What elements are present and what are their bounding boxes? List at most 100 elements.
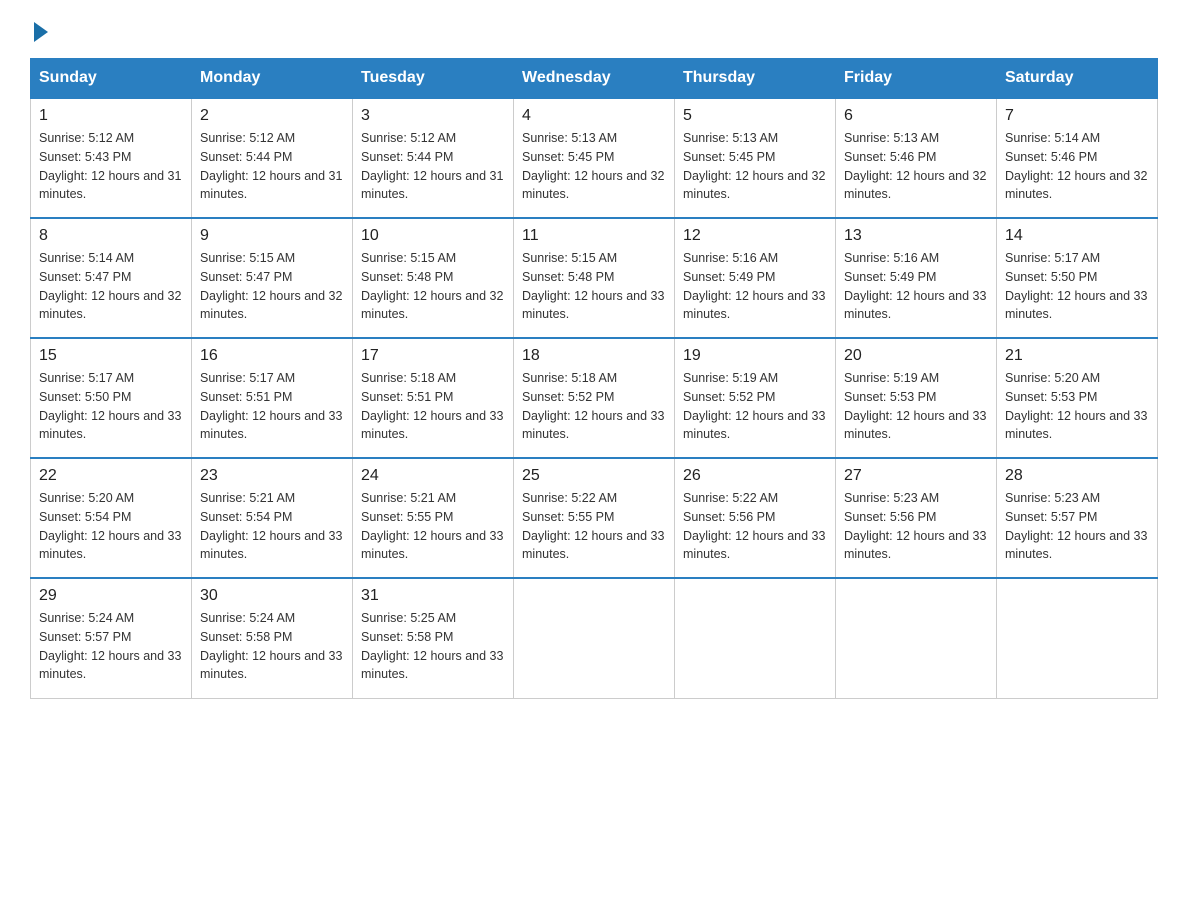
day-number: 4 [522, 107, 666, 125]
day-number: 16 [200, 347, 344, 365]
day-number: 18 [522, 347, 666, 365]
day-info: Sunrise: 5:14 AMSunset: 5:46 PMDaylight:… [1005, 129, 1149, 204]
calendar-cell: 21 Sunrise: 5:20 AMSunset: 5:53 PMDaylig… [997, 338, 1158, 458]
calendar-cell: 15 Sunrise: 5:17 AMSunset: 5:50 PMDaylig… [31, 338, 192, 458]
calendar-week-row-5: 29 Sunrise: 5:24 AMSunset: 5:57 PMDaylig… [31, 578, 1158, 698]
calendar-cell: 22 Sunrise: 5:20 AMSunset: 5:54 PMDaylig… [31, 458, 192, 578]
day-number: 9 [200, 227, 344, 245]
calendar-cell: 5 Sunrise: 5:13 AMSunset: 5:45 PMDayligh… [675, 98, 836, 218]
calendar-cell: 28 Sunrise: 5:23 AMSunset: 5:57 PMDaylig… [997, 458, 1158, 578]
day-number: 10 [361, 227, 505, 245]
calendar-cell: 24 Sunrise: 5:21 AMSunset: 5:55 PMDaylig… [353, 458, 514, 578]
day-number: 11 [522, 227, 666, 245]
calendar-cell: 6 Sunrise: 5:13 AMSunset: 5:46 PMDayligh… [836, 98, 997, 218]
calendar-cell [514, 578, 675, 698]
day-info: Sunrise: 5:13 AMSunset: 5:46 PMDaylight:… [844, 129, 988, 204]
day-info: Sunrise: 5:16 AMSunset: 5:49 PMDaylight:… [844, 249, 988, 324]
day-info: Sunrise: 5:23 AMSunset: 5:57 PMDaylight:… [1005, 489, 1149, 564]
calendar-header-saturday: Saturday [997, 59, 1158, 99]
calendar-cell: 3 Sunrise: 5:12 AMSunset: 5:44 PMDayligh… [353, 98, 514, 218]
logo-arrow-icon [34, 22, 48, 42]
calendar-header-row: SundayMondayTuesdayWednesdayThursdayFrid… [31, 59, 1158, 99]
calendar-cell: 13 Sunrise: 5:16 AMSunset: 5:49 PMDaylig… [836, 218, 997, 338]
day-info: Sunrise: 5:17 AMSunset: 5:51 PMDaylight:… [200, 369, 344, 444]
calendar-cell [675, 578, 836, 698]
day-number: 8 [39, 227, 183, 245]
calendar-cell: 8 Sunrise: 5:14 AMSunset: 5:47 PMDayligh… [31, 218, 192, 338]
day-info: Sunrise: 5:12 AMSunset: 5:44 PMDaylight:… [361, 129, 505, 204]
day-number: 27 [844, 467, 988, 485]
day-number: 26 [683, 467, 827, 485]
day-info: Sunrise: 5:15 AMSunset: 5:47 PMDaylight:… [200, 249, 344, 324]
day-info: Sunrise: 5:21 AMSunset: 5:55 PMDaylight:… [361, 489, 505, 564]
calendar-header-friday: Friday [836, 59, 997, 99]
calendar-cell: 27 Sunrise: 5:23 AMSunset: 5:56 PMDaylig… [836, 458, 997, 578]
page-header [30, 20, 1158, 38]
calendar-cell: 2 Sunrise: 5:12 AMSunset: 5:44 PMDayligh… [192, 98, 353, 218]
calendar-header-monday: Monday [192, 59, 353, 99]
calendar-cell: 25 Sunrise: 5:22 AMSunset: 5:55 PMDaylig… [514, 458, 675, 578]
calendar-cell: 11 Sunrise: 5:15 AMSunset: 5:48 PMDaylig… [514, 218, 675, 338]
day-info: Sunrise: 5:13 AMSunset: 5:45 PMDaylight:… [683, 129, 827, 204]
day-info: Sunrise: 5:17 AMSunset: 5:50 PMDaylight:… [39, 369, 183, 444]
day-info: Sunrise: 5:25 AMSunset: 5:58 PMDaylight:… [361, 609, 505, 684]
day-info: Sunrise: 5:13 AMSunset: 5:45 PMDaylight:… [522, 129, 666, 204]
day-info: Sunrise: 5:12 AMSunset: 5:44 PMDaylight:… [200, 129, 344, 204]
day-number: 19 [683, 347, 827, 365]
calendar-cell: 4 Sunrise: 5:13 AMSunset: 5:45 PMDayligh… [514, 98, 675, 218]
calendar-cell: 31 Sunrise: 5:25 AMSunset: 5:58 PMDaylig… [353, 578, 514, 698]
calendar-cell [836, 578, 997, 698]
day-number: 21 [1005, 347, 1149, 365]
day-info: Sunrise: 5:20 AMSunset: 5:53 PMDaylight:… [1005, 369, 1149, 444]
day-info: Sunrise: 5:22 AMSunset: 5:55 PMDaylight:… [522, 489, 666, 564]
calendar-cell: 29 Sunrise: 5:24 AMSunset: 5:57 PMDaylig… [31, 578, 192, 698]
day-info: Sunrise: 5:18 AMSunset: 5:52 PMDaylight:… [522, 369, 666, 444]
calendar-cell: 18 Sunrise: 5:18 AMSunset: 5:52 PMDaylig… [514, 338, 675, 458]
day-info: Sunrise: 5:22 AMSunset: 5:56 PMDaylight:… [683, 489, 827, 564]
calendar-header-thursday: Thursday [675, 59, 836, 99]
day-number: 5 [683, 107, 827, 125]
calendar-cell: 1 Sunrise: 5:12 AMSunset: 5:43 PMDayligh… [31, 98, 192, 218]
calendar-cell: 10 Sunrise: 5:15 AMSunset: 5:48 PMDaylig… [353, 218, 514, 338]
day-number: 12 [683, 227, 827, 245]
day-info: Sunrise: 5:12 AMSunset: 5:43 PMDaylight:… [39, 129, 183, 204]
day-number: 6 [844, 107, 988, 125]
calendar-week-row-4: 22 Sunrise: 5:20 AMSunset: 5:54 PMDaylig… [31, 458, 1158, 578]
day-number: 1 [39, 107, 183, 125]
day-number: 23 [200, 467, 344, 485]
day-number: 7 [1005, 107, 1149, 125]
day-number: 3 [361, 107, 505, 125]
calendar-week-row-2: 8 Sunrise: 5:14 AMSunset: 5:47 PMDayligh… [31, 218, 1158, 338]
calendar-header-tuesday: Tuesday [353, 59, 514, 99]
day-info: Sunrise: 5:24 AMSunset: 5:57 PMDaylight:… [39, 609, 183, 684]
day-info: Sunrise: 5:23 AMSunset: 5:56 PMDaylight:… [844, 489, 988, 564]
calendar-cell: 26 Sunrise: 5:22 AMSunset: 5:56 PMDaylig… [675, 458, 836, 578]
day-number: 29 [39, 587, 183, 605]
day-info: Sunrise: 5:19 AMSunset: 5:53 PMDaylight:… [844, 369, 988, 444]
day-info: Sunrise: 5:14 AMSunset: 5:47 PMDaylight:… [39, 249, 183, 324]
calendar-cell: 23 Sunrise: 5:21 AMSunset: 5:54 PMDaylig… [192, 458, 353, 578]
calendar-table: SundayMondayTuesdayWednesdayThursdayFrid… [30, 58, 1158, 699]
logo [30, 20, 48, 38]
day-number: 2 [200, 107, 344, 125]
day-number: 22 [39, 467, 183, 485]
day-info: Sunrise: 5:19 AMSunset: 5:52 PMDaylight:… [683, 369, 827, 444]
calendar-week-row-1: 1 Sunrise: 5:12 AMSunset: 5:43 PMDayligh… [31, 98, 1158, 218]
day-info: Sunrise: 5:16 AMSunset: 5:49 PMDaylight:… [683, 249, 827, 324]
day-info: Sunrise: 5:20 AMSunset: 5:54 PMDaylight:… [39, 489, 183, 564]
calendar-week-row-3: 15 Sunrise: 5:17 AMSunset: 5:50 PMDaylig… [31, 338, 1158, 458]
calendar-cell: 12 Sunrise: 5:16 AMSunset: 5:49 PMDaylig… [675, 218, 836, 338]
day-info: Sunrise: 5:15 AMSunset: 5:48 PMDaylight:… [522, 249, 666, 324]
calendar-cell: 7 Sunrise: 5:14 AMSunset: 5:46 PMDayligh… [997, 98, 1158, 218]
day-info: Sunrise: 5:15 AMSunset: 5:48 PMDaylight:… [361, 249, 505, 324]
calendar-cell: 19 Sunrise: 5:19 AMSunset: 5:52 PMDaylig… [675, 338, 836, 458]
day-info: Sunrise: 5:21 AMSunset: 5:54 PMDaylight:… [200, 489, 344, 564]
day-number: 17 [361, 347, 505, 365]
calendar-cell: 16 Sunrise: 5:17 AMSunset: 5:51 PMDaylig… [192, 338, 353, 458]
day-number: 30 [200, 587, 344, 605]
day-info: Sunrise: 5:18 AMSunset: 5:51 PMDaylight:… [361, 369, 505, 444]
calendar-cell: 17 Sunrise: 5:18 AMSunset: 5:51 PMDaylig… [353, 338, 514, 458]
day-number: 20 [844, 347, 988, 365]
day-info: Sunrise: 5:17 AMSunset: 5:50 PMDaylight:… [1005, 249, 1149, 324]
calendar-cell: 20 Sunrise: 5:19 AMSunset: 5:53 PMDaylig… [836, 338, 997, 458]
